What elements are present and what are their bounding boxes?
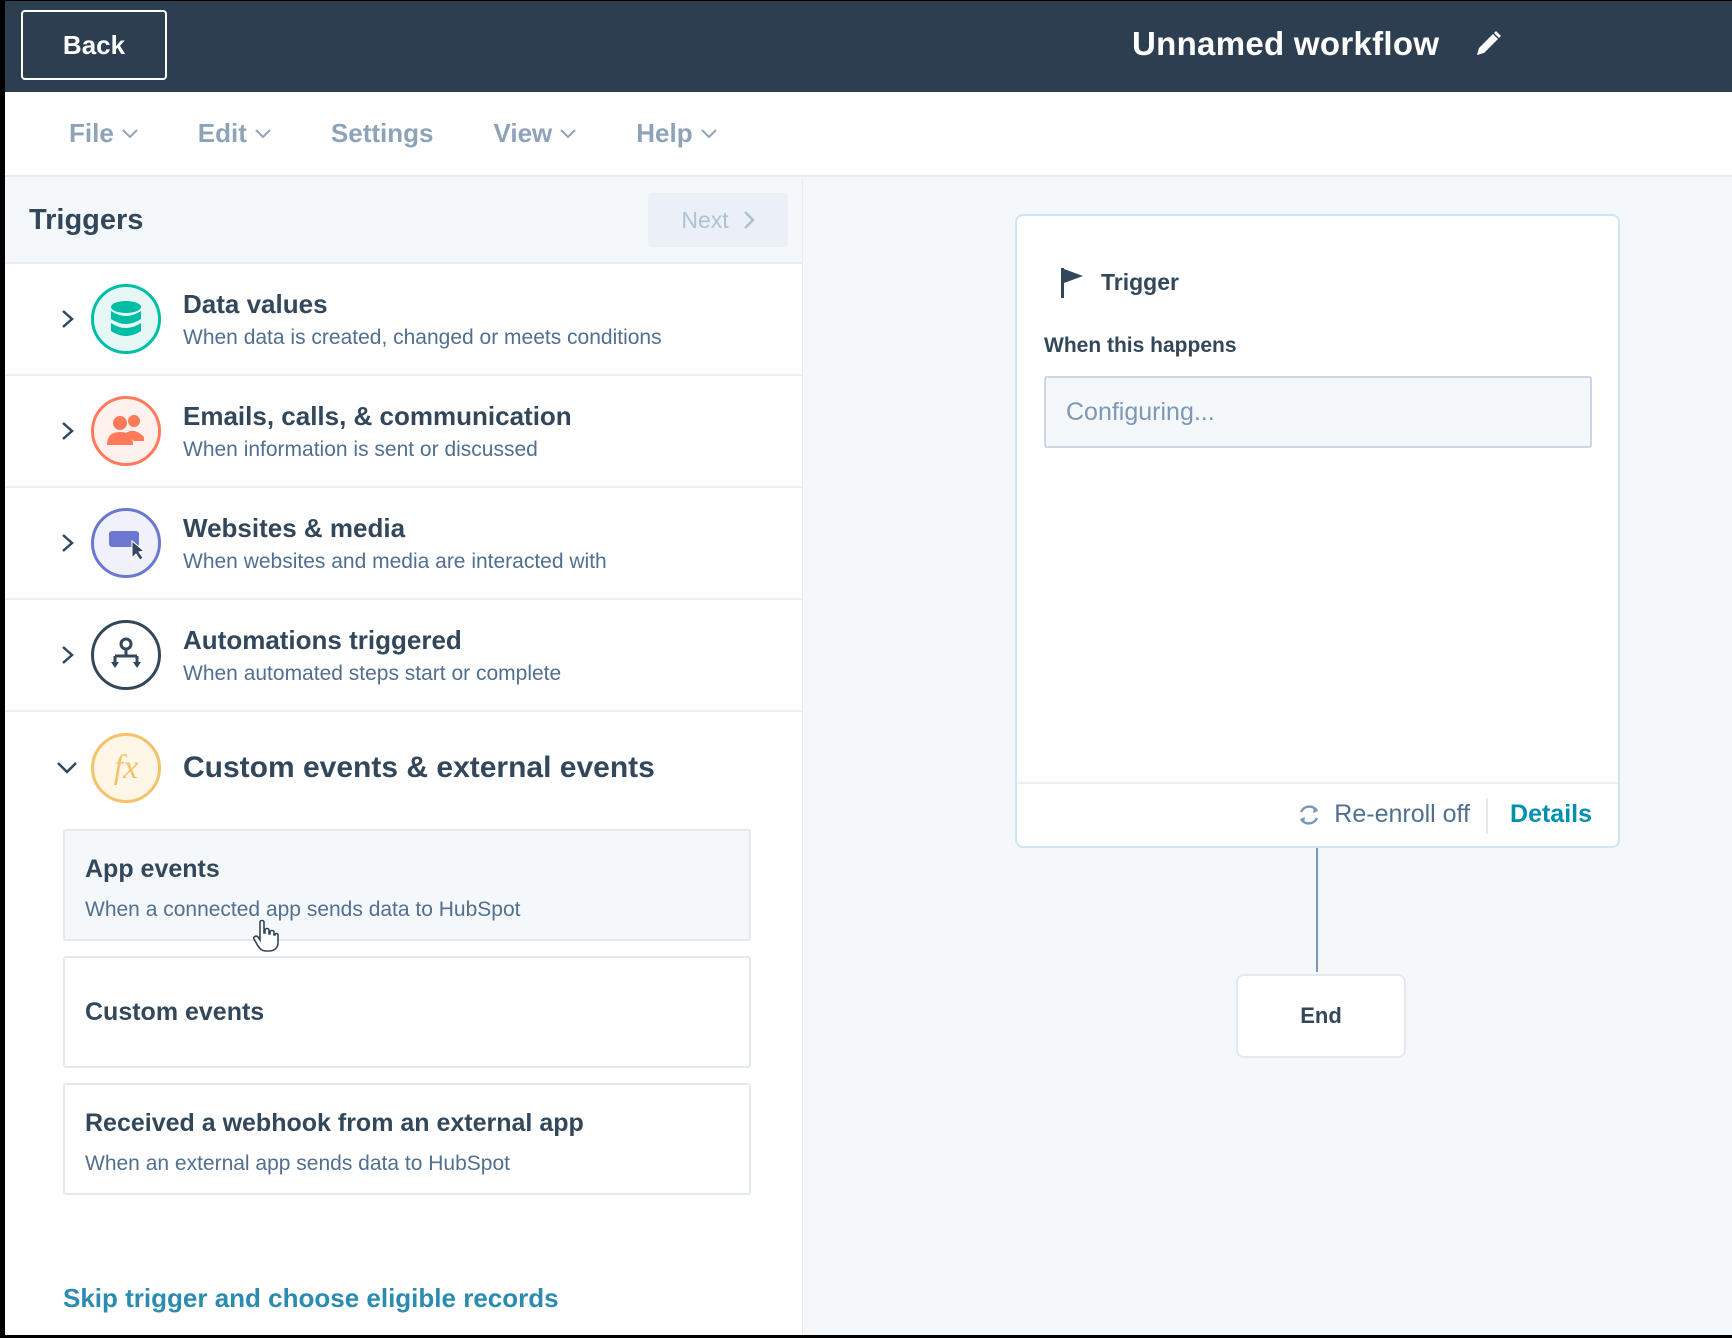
menu-help-label: Help xyxy=(636,118,693,148)
menu-help[interactable]: Help xyxy=(636,118,717,149)
flag-icon xyxy=(1061,268,1083,298)
menu-settings-label: Settings xyxy=(330,118,434,148)
menu-edit[interactable]: Edit xyxy=(198,118,271,149)
menu-edit-label: Edit xyxy=(197,118,247,148)
sub-item-webhook[interactable]: Received a webhook from an external app … xyxy=(63,1083,751,1195)
workflow-title[interactable]: Unnamed workflow xyxy=(1132,25,1439,63)
category-title: Custom events & external events xyxy=(183,751,655,784)
next-button[interactable]: Next xyxy=(648,193,788,247)
chevron-down-icon xyxy=(122,128,138,138)
reenroll-status: Re-enroll off xyxy=(1296,800,1470,829)
sub-item-description: When a connected app sends data to HubSp… xyxy=(85,898,521,921)
top-header-bar: Back Unnamed workflow xyxy=(5,1,1732,92)
menu-file-label: File xyxy=(69,118,114,148)
menu-bar: File Edit Settings View Help xyxy=(5,92,1732,177)
category-websites-media[interactable]: Websites & media When websites and media… xyxy=(5,488,802,600)
chevron-down-icon xyxy=(700,128,717,138)
category-title: Automations triggered xyxy=(183,624,462,655)
when-this-happens-label: When this happens xyxy=(1044,334,1237,357)
menu-file[interactable]: File xyxy=(69,118,138,149)
category-title: Websites & media xyxy=(183,512,406,543)
sub-item-app-events[interactable]: App events When a connected app sends da… xyxy=(63,829,751,941)
sub-item-title: App events xyxy=(85,855,220,883)
chevron-right-icon xyxy=(62,534,74,552)
chevron-right-icon xyxy=(743,211,755,229)
menu-settings[interactable]: Settings xyxy=(331,118,434,149)
category-texts: Emails, calls, & communication When info… xyxy=(183,401,572,462)
back-button[interactable]: Back xyxy=(21,10,167,80)
workflow-icon xyxy=(91,620,161,690)
chevron-right-icon xyxy=(62,422,74,440)
chevron-down-icon xyxy=(57,762,77,774)
chevron-down-icon xyxy=(560,128,576,138)
menu-view[interactable]: View xyxy=(493,118,576,149)
chevron-down-icon xyxy=(255,128,271,138)
reenroll-label: Re-enroll off xyxy=(1334,800,1470,828)
category-custom-events[interactable]: fx Custom events & external events xyxy=(5,712,802,824)
end-node[interactable]: End xyxy=(1236,974,1406,1058)
category-description: When data is created, changed or meets c… xyxy=(183,325,662,349)
web-click-icon xyxy=(91,508,161,578)
trigger-label: Trigger xyxy=(1101,268,1179,295)
category-texts: Automations triggered When automated ste… xyxy=(183,625,561,686)
category-title: Data values xyxy=(183,288,328,319)
sub-item-description: When an external app sends data to HubSp… xyxy=(85,1152,510,1175)
pencil-icon[interactable] xyxy=(1473,29,1503,59)
panel-title: Triggers xyxy=(29,203,144,236)
category-automations[interactable]: Automations triggered When automated ste… xyxy=(5,600,802,712)
category-description: When automated steps start or complete xyxy=(183,661,562,685)
details-link[interactable]: Details xyxy=(1510,800,1592,829)
workflow-title-group: Unnamed workflow xyxy=(1132,25,1503,63)
category-texts: Data values When data is created, change… xyxy=(183,289,662,350)
footer-divider xyxy=(1486,798,1488,834)
skip-trigger-link[interactable]: Skip trigger and choose eligible records xyxy=(63,1283,559,1314)
people-icon xyxy=(91,396,161,466)
sub-item-custom-events[interactable]: Custom events xyxy=(63,956,751,1068)
database-icon xyxy=(91,284,161,354)
category-data-values[interactable]: Data values When data is created, change… xyxy=(5,264,802,376)
trigger-config-field[interactable]: Configuring... xyxy=(1044,376,1592,448)
chevron-right-icon xyxy=(62,310,74,328)
hand-cursor-icon xyxy=(253,919,279,952)
next-button-label: Next xyxy=(681,206,729,233)
category-description: When information is sent or discussed xyxy=(183,437,538,461)
triggers-panel: Triggers Next Data values When data is c… xyxy=(5,178,803,1335)
menu-view-label: View xyxy=(493,118,553,148)
category-texts: Websites & media When websites and media… xyxy=(183,513,607,574)
chevron-right-icon xyxy=(62,646,74,664)
category-emails-calls[interactable]: Emails, calls, & communication When info… xyxy=(5,376,802,488)
sub-item-title: Custom events xyxy=(85,997,265,1026)
trigger-card[interactable]: Trigger When this happens Configuring...… xyxy=(1015,214,1620,848)
triggers-panel-header: Triggers Next xyxy=(5,178,802,264)
category-title: Emails, calls, & communication xyxy=(183,400,572,431)
app-frame: Back Unnamed workflow File Edit Settings… xyxy=(5,1,1732,1335)
sub-item-title: Received a webhook from an external app xyxy=(85,1109,584,1137)
trigger-header: Trigger xyxy=(1059,266,1179,298)
refresh-icon xyxy=(1300,804,1319,825)
trigger-card-footer: Re-enroll off Details xyxy=(1017,782,1618,846)
connector-line xyxy=(1316,848,1318,972)
function-icon: fx xyxy=(91,733,161,803)
category-description: When websites and media are interacted w… xyxy=(183,549,607,573)
